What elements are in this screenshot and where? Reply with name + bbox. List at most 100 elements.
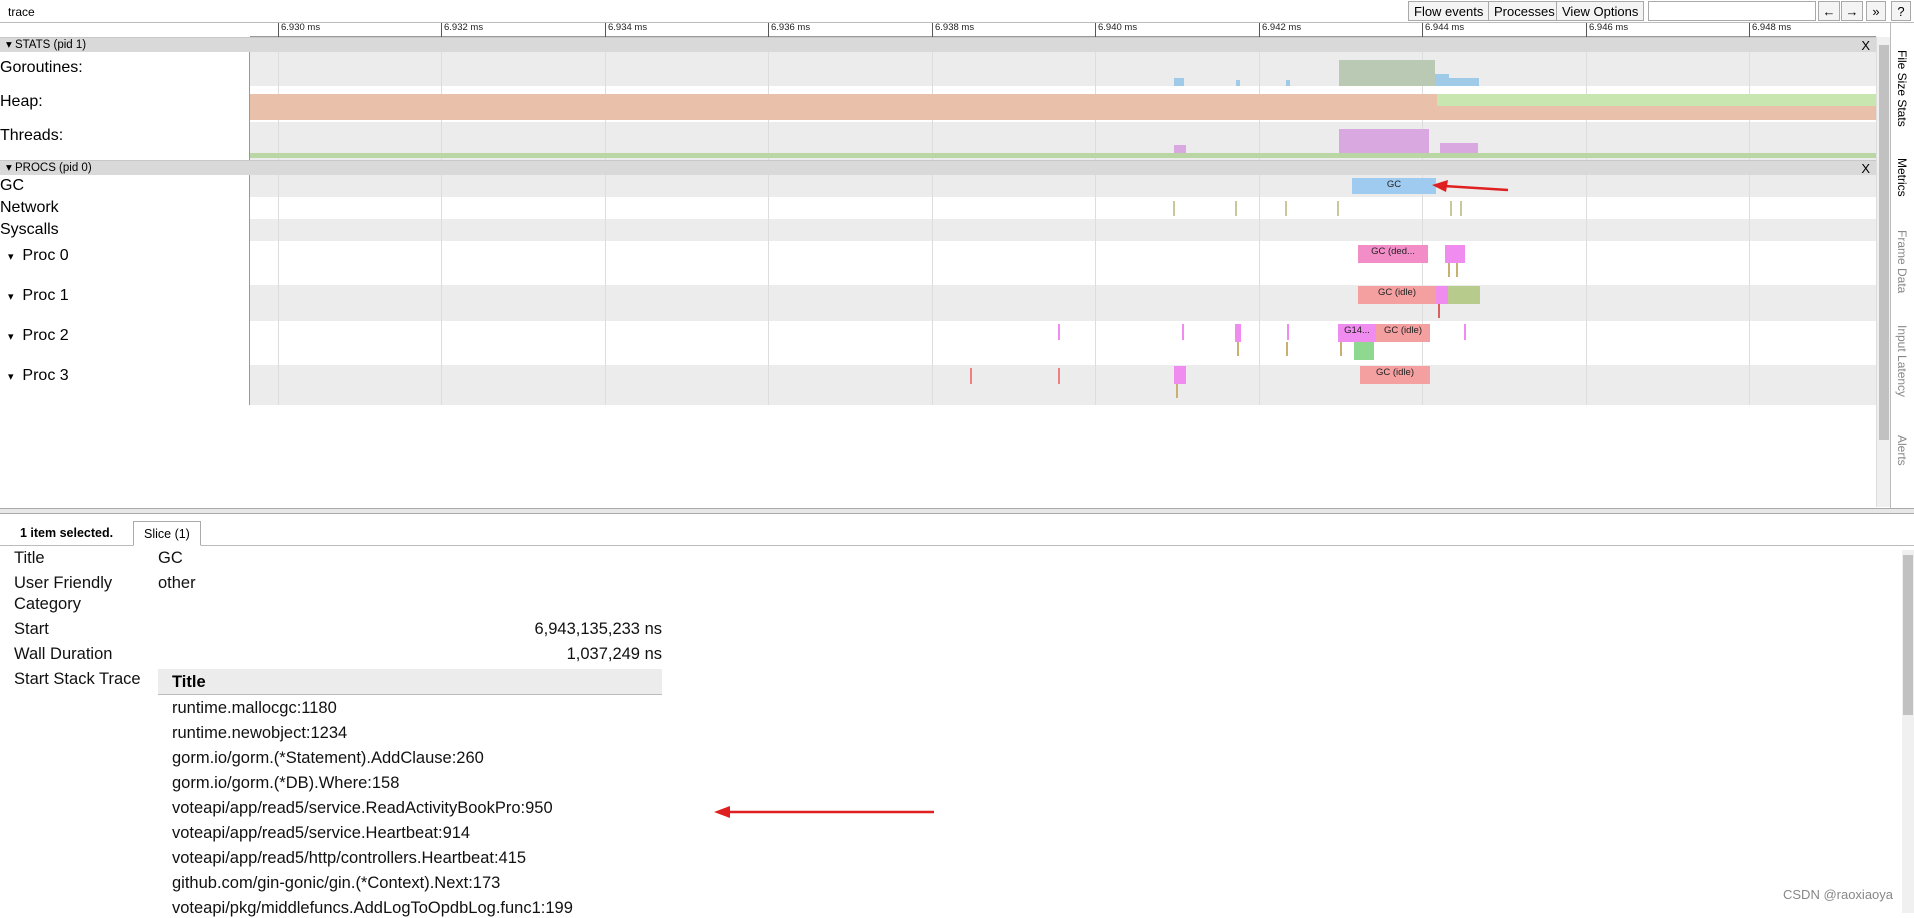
goroutine-marker[interactable] (970, 368, 972, 384)
watermark: CSDN @raoxiaoya (1783, 887, 1894, 902)
grid-line (278, 285, 279, 321)
gc-track[interactable]: GC (250, 175, 1876, 197)
event-marker[interactable] (1286, 342, 1288, 356)
goroutine-slice[interactable] (1235, 324, 1241, 342)
proc0-track[interactable]: GC (ded... (250, 241, 1876, 285)
event-marker[interactable] (1176, 384, 1178, 398)
goroutine-slice[interactable] (1436, 286, 1448, 304)
goroutine-slice[interactable] (1445, 245, 1465, 263)
side-tab-input-latency[interactable]: Input Latency (1895, 325, 1909, 397)
event-marker[interactable] (1438, 304, 1440, 318)
trace-title: trace (8, 5, 35, 19)
close-procs-button[interactable]: X (1861, 161, 1870, 176)
grid-line (278, 197, 279, 219)
goroutine-slice[interactable]: G14... (1338, 324, 1376, 342)
goroutine-marker[interactable] (1287, 324, 1289, 340)
grid-line (932, 365, 933, 405)
network-event[interactable] (1235, 201, 1237, 216)
ruler-tick: 6.938 ms (932, 23, 974, 37)
network-event[interactable] (1285, 201, 1287, 216)
proc2-track[interactable]: G14... GC (idle) (250, 321, 1876, 365)
stack-frame: voteapi/app/read5/service.Heartbeat:914 (172, 824, 471, 842)
goroutine-slice[interactable] (1448, 286, 1480, 304)
collapse-arrow-icon[interactable]: ▾ (6, 39, 15, 51)
help-button[interactable]: ? (1891, 1, 1911, 21)
side-tab-alerts[interactable]: Alerts (1895, 435, 1909, 466)
grid-line (605, 175, 606, 197)
event-marker[interactable] (1237, 342, 1239, 356)
grid-line (1586, 219, 1587, 241)
side-tab-frame-data[interactable]: Frame Data (1895, 230, 1909, 293)
network-event[interactable] (1460, 201, 1462, 216)
grid-line (1259, 52, 1260, 86)
collapse-arrow-icon[interactable]: ▾ (6, 162, 15, 174)
goroutine-slice[interactable] (1174, 366, 1186, 384)
network-track[interactable] (250, 197, 1876, 219)
syscalls-track[interactable] (250, 219, 1876, 241)
grid-line (441, 219, 442, 241)
gc-idle-slice[interactable]: GC (idle) (1376, 324, 1430, 342)
grid-line (768, 365, 769, 405)
stack-frame: gorm.io/gorm.(*DB).Where:158 (172, 774, 400, 792)
threads-label: Threads: (0, 122, 250, 160)
threads-counter-track[interactable] (250, 122, 1876, 160)
event-marker[interactable] (1448, 263, 1450, 277)
network-event[interactable] (1337, 201, 1339, 216)
network-event[interactable] (1173, 201, 1175, 216)
goroutine-marker[interactable] (1058, 324, 1060, 340)
prev-arrow-button[interactable]: ← (1818, 1, 1840, 21)
more-button[interactable]: » (1866, 1, 1886, 21)
time-ruler[interactable]: 6.930 ms 6.932 ms 6.934 ms 6.936 ms 6.93… (250, 23, 1876, 37)
proc1-track-label[interactable]: ▾ Proc 1 (0, 285, 250, 321)
close-stats-button[interactable]: X (1861, 38, 1870, 53)
side-tab-metrics[interactable]: Metrics (1895, 158, 1909, 197)
start-value: 6,943,135,233 ns (534, 620, 662, 638)
grid-line (605, 285, 606, 321)
stack-trace-label: Start Stack Trace (14, 670, 141, 688)
gc-dedicated-slice[interactable]: GC (ded... (1358, 245, 1428, 263)
proc0-track-label[interactable]: ▾ Proc 0 (0, 241, 250, 285)
proc2-track-label[interactable]: ▾ Proc 2 (0, 321, 250, 365)
stack-frame: voteapi/pkg/middlefuncs.AddLogToOpdbLog.… (172, 899, 573, 917)
side-tab-file-size-stats[interactable]: File Size Stats (1895, 50, 1909, 127)
expand-arrow-icon[interactable]: ▾ (8, 371, 14, 383)
proc1-track[interactable]: GC (idle) (250, 285, 1876, 321)
flow-events-button[interactable]: Flow events (1408, 1, 1490, 21)
processes-button[interactable]: Processes (1488, 1, 1561, 21)
grid-line (605, 321, 606, 365)
expand-arrow-icon[interactable]: ▾ (8, 331, 14, 343)
event-marker[interactable] (1340, 342, 1342, 356)
view-options-button[interactable]: View Options (1556, 1, 1645, 21)
event-marker[interactable] (1456, 263, 1458, 277)
stats-section-header[interactable]: ▾ STATS (pid 1) X (0, 37, 1876, 53)
grid-line (768, 241, 769, 285)
next-arrow-button[interactable]: → (1841, 1, 1863, 21)
gc-idle-slice[interactable]: GC (idle) (1360, 366, 1430, 384)
proc3-track[interactable]: GC (idle) (250, 365, 1876, 405)
heap-counter-track[interactable] (250, 86, 1876, 122)
goroutine-marker[interactable] (1464, 324, 1466, 340)
goroutine-marker[interactable] (1182, 324, 1184, 340)
timeline-scrollbar[interactable] (1876, 37, 1890, 507)
tab-slice[interactable]: Slice (1) (133, 521, 201, 546)
stack-frame: runtime.mallocgc:1180 (172, 699, 337, 717)
proc3-track-label[interactable]: ▾ Proc 3 (0, 365, 250, 405)
network-event[interactable] (1450, 201, 1452, 216)
details-scrollbar[interactable] (1902, 550, 1914, 913)
gc-idle-slice[interactable]: GC (idle) (1358, 286, 1436, 304)
goroutine-slice[interactable] (1354, 342, 1374, 360)
ruler-tick: 6.932 ms (441, 23, 483, 37)
scrollbar-thumb[interactable] (1879, 45, 1889, 440)
goroutines-counter-track[interactable] (250, 52, 1876, 86)
grid-line (278, 241, 279, 285)
goroutine-marker[interactable] (1058, 368, 1060, 384)
expand-arrow-icon[interactable]: ▾ (8, 251, 14, 263)
grid-line (932, 52, 933, 86)
grid-line (1749, 321, 1750, 365)
expand-arrow-icon[interactable]: ▾ (8, 291, 14, 303)
search-input[interactable] (1648, 1, 1816, 21)
grid-line (1749, 285, 1750, 321)
gc-slice-selected[interactable]: GC (1352, 178, 1436, 194)
scrollbar-thumb[interactable] (1903, 555, 1913, 715)
procs-section-header[interactable]: ▾ PROCS (pid 0) X (0, 160, 1876, 176)
